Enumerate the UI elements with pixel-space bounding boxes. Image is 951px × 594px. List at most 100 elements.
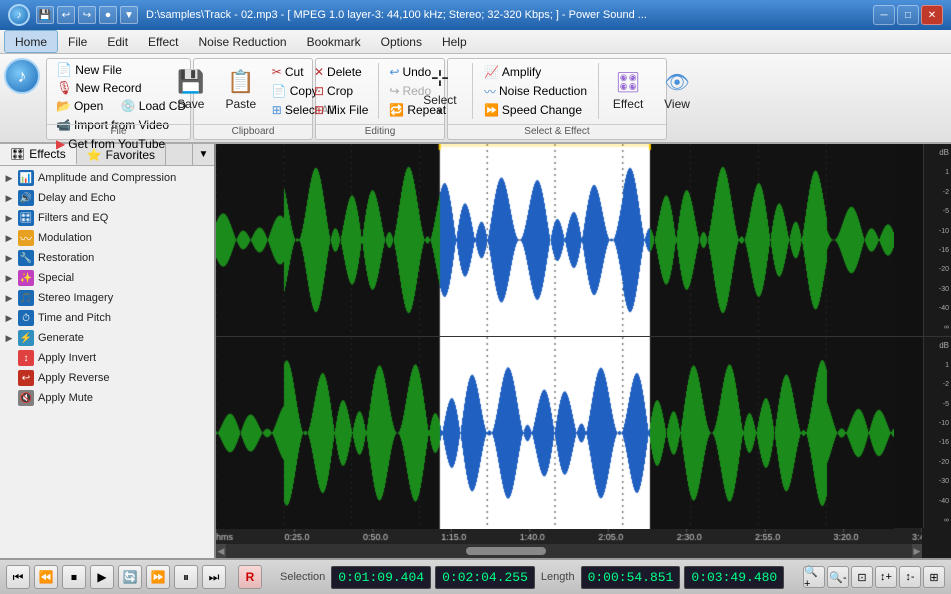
quick-access-bar: 💾 ↩ ↪ ⏺ ▼ bbox=[36, 6, 138, 24]
expand-icon: ▶ bbox=[4, 293, 14, 303]
play-loop-btn[interactable]: 🔄 bbox=[118, 565, 142, 589]
paste-btn[interactable]: 📋 Paste bbox=[217, 61, 265, 119]
go-end-btn[interactable]: ⏭ bbox=[202, 565, 226, 589]
zoom-in-v-btn[interactable]: ↕+ bbox=[875, 566, 897, 588]
redo-icon: ↪ bbox=[389, 84, 399, 98]
scrollbar-track[interactable] bbox=[226, 544, 912, 558]
record-btn[interactable]: R bbox=[238, 565, 262, 589]
list-item[interactable]: ▶ ↕ Apply Invert bbox=[0, 348, 214, 368]
menu-file[interactable]: File bbox=[58, 30, 97, 53]
track-top[interactable] bbox=[216, 144, 923, 337]
new-file-btn[interactable]: 📄 New File bbox=[51, 61, 186, 79]
rewind-btn[interactable]: ⏪ bbox=[34, 565, 58, 589]
play-btn[interactable]: ▶ bbox=[90, 565, 114, 589]
youtube-btn[interactable]: ▶ Get from YouTube bbox=[51, 135, 170, 153]
effect-mute-icon: 🔇 bbox=[18, 390, 34, 406]
delete-icon: ✕ bbox=[314, 65, 324, 79]
new-record-btn[interactable]: 🎙 New Record bbox=[51, 79, 186, 97]
zoom-sel-btn[interactable]: ⊞ bbox=[923, 566, 945, 588]
crop-btn[interactable]: ⊡ Crop bbox=[309, 82, 373, 100]
menu-edit[interactable]: Edit bbox=[97, 30, 138, 53]
redo-quick-btn[interactable]: ↪ bbox=[78, 6, 96, 24]
list-item[interactable]: ▶ 🔧 Restoration bbox=[0, 248, 214, 268]
scrollbar-thumb[interactable] bbox=[466, 547, 546, 555]
new-file-icon: 📄 bbox=[56, 62, 72, 78]
scrollbar-area[interactable]: ◀ ▶ bbox=[216, 544, 951, 558]
scroll-left-btn[interactable]: ◀ bbox=[216, 544, 226, 558]
open-btn[interactable]: 📂 Open bbox=[51, 97, 114, 115]
delete-btn[interactable]: ✕ Delete bbox=[309, 63, 373, 81]
maximize-btn[interactable]: □ bbox=[897, 5, 919, 25]
select-icon: ⊹ bbox=[431, 65, 449, 91]
paste-icon: 📋 bbox=[227, 69, 254, 95]
save-icon: 💾 bbox=[177, 69, 204, 95]
undo-icon: ↩ bbox=[389, 65, 399, 79]
zoom-in-h-btn[interactable]: 🔍+ bbox=[803, 566, 825, 588]
noise-reduction-btn[interactable]: 〰 Noise Reduction bbox=[479, 82, 592, 100]
expand-icon: ▶ bbox=[4, 233, 14, 243]
track-bottom[interactable] bbox=[216, 337, 923, 529]
list-item[interactable]: ▶ 🎛 Filters and EQ bbox=[0, 208, 214, 228]
expand-icon: ▶ bbox=[4, 173, 14, 183]
speed-change-btn[interactable]: ⏩ Speed Change bbox=[479, 101, 592, 119]
list-item[interactable]: ▶ 📊 Amplitude and Compression bbox=[0, 168, 214, 188]
copy-icon: 📄 bbox=[272, 84, 287, 98]
list-item[interactable]: ▶ 🔊 Delay and Echo bbox=[0, 188, 214, 208]
effect-stereo-icon: 🎵 bbox=[18, 290, 34, 306]
menu-noise-reduction[interactable]: Noise Reduction bbox=[189, 30, 297, 53]
close-btn[interactable]: ✕ bbox=[921, 5, 943, 25]
amplify-btn[interactable]: 📈 Amplify bbox=[479, 63, 592, 81]
app-logo-ribbon[interactable]: ♪ bbox=[4, 58, 40, 94]
db-label: dB bbox=[926, 148, 949, 157]
list-item[interactable]: ▶ ⚡ Generate bbox=[0, 328, 214, 348]
settings-quick-btn[interactable]: ▼ bbox=[120, 6, 138, 24]
repeat-icon: 🔁 bbox=[389, 103, 404, 117]
menu-bookmark[interactable]: Bookmark bbox=[297, 30, 371, 53]
menu-home[interactable]: Home bbox=[4, 30, 58, 53]
selection-label: Selection bbox=[280, 571, 325, 583]
list-item[interactable]: ▶ 🎵 Stereo Imagery bbox=[0, 288, 214, 308]
select-btn[interactable]: ⊹ Select ▼ bbox=[414, 61, 466, 119]
effect-reverse-icon: ↩ bbox=[18, 370, 34, 386]
zoom-out-h-btn[interactable]: 🔍- bbox=[827, 566, 849, 588]
fast-forward-btn[interactable]: ⏩ bbox=[146, 565, 170, 589]
select-all-icon: ⊞ bbox=[272, 103, 282, 117]
list-item[interactable]: ▶ ↩ Apply Reverse bbox=[0, 368, 214, 388]
view-btn[interactable]: 👁 View bbox=[654, 61, 700, 119]
waveform-tracks bbox=[216, 144, 923, 528]
menu-effect[interactable]: Effect bbox=[138, 30, 188, 53]
stop-btn[interactable]: ⏹ bbox=[62, 565, 86, 589]
undo-quick-btn[interactable]: ↩ bbox=[57, 6, 75, 24]
list-item[interactable]: ▶ 🔇 Apply Mute bbox=[0, 388, 214, 408]
expand-icon: ▶ bbox=[4, 213, 14, 223]
save-btn[interactable]: 💾 Save bbox=[167, 61, 215, 119]
waveform-container[interactable]: dB 1 -2 -5 -10 -16 -20 -30 -40 ∞ dB 1 -2… bbox=[216, 144, 951, 528]
zoom-out-v-btn[interactable]: ↕- bbox=[899, 566, 921, 588]
effect-special-icon: ✨ bbox=[18, 270, 34, 286]
mix-icon: ⊞ bbox=[314, 103, 324, 117]
mix-file-btn[interactable]: ⊞ Mix File bbox=[309, 101, 373, 119]
record-quick-btn[interactable]: ⏺ bbox=[99, 6, 117, 24]
save-quick-btn[interactable]: 💾 bbox=[36, 6, 54, 24]
effect-btn[interactable]: 🎛 Effect bbox=[605, 61, 651, 119]
effect-generate-icon: ⚡ bbox=[18, 330, 34, 346]
menu-options[interactable]: Options bbox=[371, 30, 432, 53]
length-label: Length bbox=[541, 571, 575, 583]
go-start-btn[interactable]: ⏮ bbox=[6, 565, 30, 589]
window-title: D:\samples\Track - 02.mp3 - [ MPEG 1.0 l… bbox=[146, 9, 873, 21]
list-item[interactable]: ▶ ⏱ Time and Pitch bbox=[0, 308, 214, 328]
cut-icon: ✂ bbox=[272, 65, 282, 79]
open-icon: 📂 bbox=[56, 99, 71, 113]
list-item[interactable]: ▶ 〰 Modulation bbox=[0, 228, 214, 248]
panel-menu-btn[interactable]: ▼ bbox=[192, 144, 214, 165]
menu-help[interactable]: Help bbox=[432, 30, 477, 53]
pause-btn[interactable]: ⏸ bbox=[174, 565, 198, 589]
zoom-controls: 🔍+ 🔍- ⊡ ↕+ ↕- ⊞ bbox=[803, 566, 945, 588]
list-item[interactable]: ▶ ✨ Special bbox=[0, 268, 214, 288]
scroll-right-btn[interactable]: ▶ bbox=[912, 544, 922, 558]
waveform-area: dB 1 -2 -5 -10 -16 -20 -30 -40 ∞ dB 1 -2… bbox=[216, 144, 951, 558]
zoom-fit-btn[interactable]: ⊡ bbox=[851, 566, 873, 588]
minimize-btn[interactable]: ─ bbox=[873, 5, 895, 25]
expand-icon: ▶ bbox=[4, 333, 14, 343]
ribbon-group-select-effect: ⊹ Select ▼ 📈 Amplify 〰 Noise Reduction ⏩… bbox=[447, 58, 667, 140]
